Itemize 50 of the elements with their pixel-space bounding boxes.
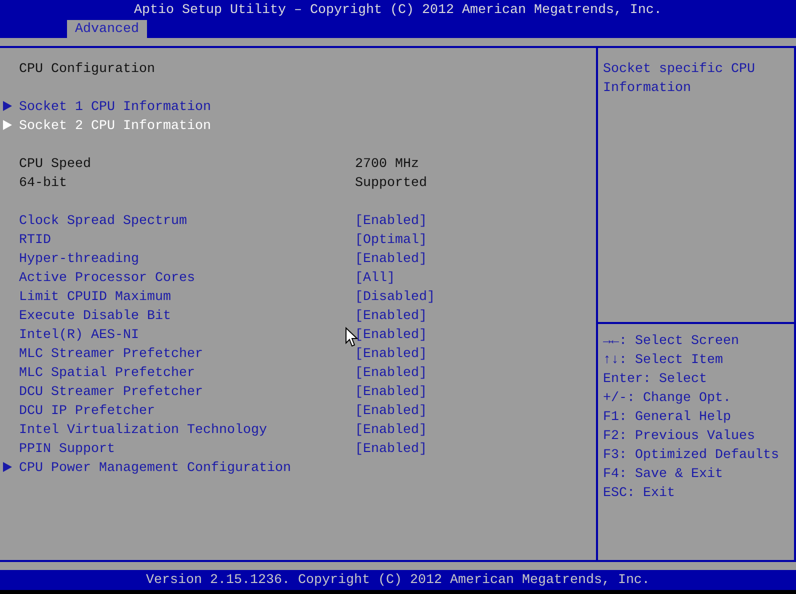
submenu-link[interactable]: Socket 2 CPU Information: [19, 117, 355, 136]
submenu-link[interactable]: CPU Power Management Configuration: [19, 459, 355, 478]
window-title: Aptio Setup Utility – Copyright (C) 2012 American Megatrends, Inc.: [0, 0, 796, 20]
setting-label[interactable]: DCU Streamer Prefetcher: [19, 383, 355, 402]
setting-value[interactable]: [Optimal]: [355, 231, 596, 250]
setting-value[interactable]: [Enabled]: [355, 345, 596, 364]
key-hint: +/-: Change Opt.: [603, 390, 732, 408]
setting-label[interactable]: RTID: [19, 231, 355, 250]
setting-label[interactable]: Execute Disable Bit: [19, 307, 355, 326]
setting-label[interactable]: MLC Spatial Prefetcher: [19, 364, 355, 383]
key-hint: F1: General Help: [603, 409, 732, 427]
setting-value[interactable]: [Enabled]: [355, 421, 596, 440]
info-value: Supported: [355, 175, 428, 193]
submenu-arrow-icon: [3, 462, 12, 472]
setting-label[interactable]: Hyper-threading: [19, 250, 355, 269]
setting-value[interactable]: [Enabled]: [355, 326, 596, 345]
mouse-cursor-icon: [345, 327, 358, 347]
setting-label[interactable]: Intel Virtualization Technology: [19, 421, 355, 440]
key-hint: F4: Save & Exit: [603, 466, 724, 484]
key-hint: ESC: Exit: [603, 485, 676, 503]
help-description: Socket specific CPU Information: [603, 61, 756, 98]
setting-value[interactable]: [Disabled]: [355, 288, 596, 307]
setting-label[interactable]: PPIN Support: [19, 440, 355, 459]
submenu-arrow-icon: [3, 101, 12, 112]
setting-label[interactable]: Limit CPUID Maximum: [19, 288, 355, 307]
setting-value[interactable]: [Enabled]: [355, 364, 596, 383]
setting-value[interactable]: [All]: [355, 269, 596, 288]
info-label: CPU Speed: [19, 156, 92, 174]
key-hint: F3: Optimized Defaults: [603, 447, 780, 465]
setting-value[interactable]: [Enabled]: [355, 250, 596, 269]
submenu-arrow-icon: [3, 120, 12, 130]
setting-value[interactable]: [Enabled]: [355, 307, 596, 326]
submenu-link[interactable]: Socket 1 CPU Information: [19, 98, 355, 117]
setting-value[interactable]: [Enabled]: [355, 402, 596, 421]
setting-label[interactable]: DCU IP Prefetcher: [19, 402, 355, 421]
key-hint: F2: Previous Values: [603, 428, 756, 446]
tab[interactable]: Advanced: [67, 20, 147, 38]
status-bar: Version 2.15.1236. Copyright (C) 2012 American Megatrends, Inc.: [0, 570, 796, 590]
section-heading: CPU Configuration: [19, 61, 156, 79]
info-label: 64-bit: [19, 175, 68, 193]
key-hint: →←: Select Screen: [603, 333, 740, 351]
setting-value[interactable]: [Enabled]: [355, 383, 596, 402]
setting-label[interactable]: Active Processor Cores: [19, 269, 355, 288]
info-value: 2700 MHz: [355, 156, 420, 174]
setting-value[interactable]: [Enabled]: [355, 212, 596, 231]
setting-label[interactable]: MLC Streamer Prefetcher: [19, 345, 355, 364]
key-hint: Enter: Select: [603, 371, 708, 389]
key-hint: ↑↓: Select Item: [603, 352, 724, 370]
setting-label[interactable]: Clock Spread Spectrum: [19, 212, 355, 231]
setting-value[interactable]: [Enabled]: [355, 440, 596, 459]
